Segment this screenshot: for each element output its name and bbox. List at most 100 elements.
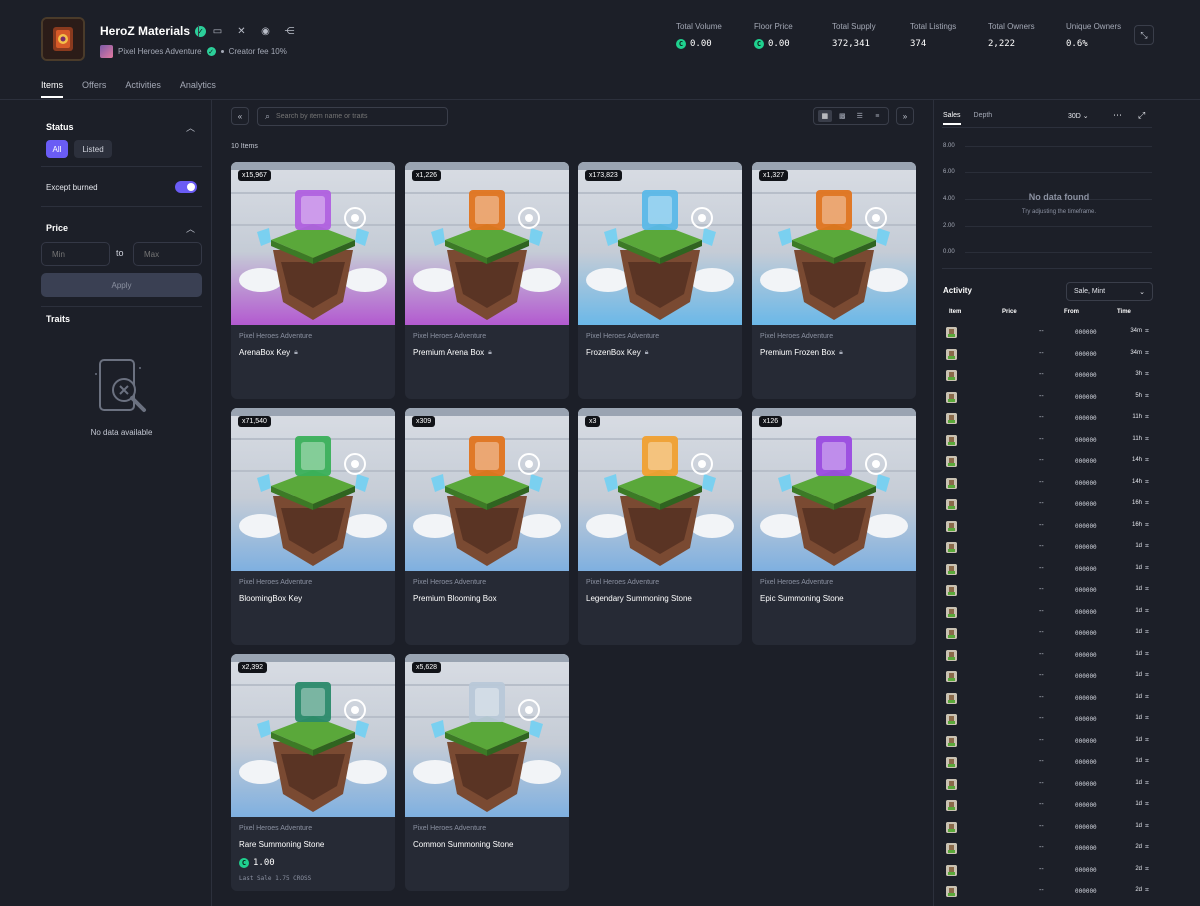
chevron-up-icon[interactable]: ︿ (186, 121, 195, 134)
activity-row[interactable]: -- 000000 1d ⌗ (946, 692, 1152, 705)
external-link-icon[interactable]: ⌗ (1145, 586, 1149, 594)
external-link-icon[interactable]: ⌗ (1145, 844, 1149, 852)
activity-row[interactable]: -- 000000 16h ⌗ (946, 499, 1152, 511)
activity-row[interactable]: -- 000000 1d ⌗ (946, 563, 1152, 576)
activity-row[interactable]: -- 000000 1d ⌗ (946, 821, 1152, 834)
activity-from[interactable]: 000000 (1075, 781, 1097, 788)
table-icon[interactable]: ≡ (870, 110, 884, 122)
activity-row[interactable]: -- 000000 1d ⌗ (946, 800, 1152, 812)
activity-filter-select[interactable]: Sale, Mint ⌄ (1066, 282, 1153, 301)
tab-analytics[interactable]: Analytics (180, 80, 216, 98)
activity-from[interactable]: 000000 (1075, 759, 1097, 766)
tab-items[interactable]: Items (41, 80, 64, 98)
activity-from[interactable]: 000000 (1075, 673, 1097, 680)
external-link-icon[interactable]: ⌗ (1145, 737, 1149, 745)
external-link-icon[interactable]: ⌗ (1145, 414, 1149, 422)
activity-row[interactable]: -- 000000 34m ⌗ (946, 348, 1152, 361)
item-card[interactable]: x173,823 Pixel Heroes Adventure FrozenBox … (578, 162, 742, 399)
external-link-icon[interactable]: ⌗ (1145, 436, 1149, 444)
activity-row[interactable]: -- 000000 1d ⌗ (946, 606, 1152, 619)
external-link-icon[interactable]: ⌗ (1145, 608, 1149, 616)
item-card[interactable]: x5,628 Pixel Heroes Adventure Common Summo… (405, 654, 569, 891)
search-input[interactable] (276, 113, 437, 120)
tab-depth[interactable]: Depth (974, 112, 993, 125)
external-link-icon[interactable]: ⌗ (1145, 522, 1149, 530)
tab-offers[interactable]: Offers (82, 80, 106, 98)
item-card[interactable]: x71,540 Pixel Heroes Adventure BloomingBox… (231, 408, 395, 645)
collapse-filters-button[interactable]: « (231, 107, 249, 125)
chevron-up-icon[interactable]: ︿ (186, 222, 195, 235)
activity-from[interactable]: 000000 (1075, 888, 1097, 895)
activity-row[interactable]: -- 000000 1d ⌗ (946, 585, 1152, 597)
activity-row[interactable]: -- 000000 1d ⌗ (946, 542, 1152, 554)
activity-row[interactable]: -- 000000 1d ⌗ (946, 735, 1152, 748)
activity-from[interactable]: 000000 (1075, 480, 1097, 487)
discord-icon[interactable]: ◉ (260, 26, 271, 37)
activity-row[interactable]: -- 000000 11h ⌗ (946, 413, 1152, 425)
activity-from[interactable]: 000000 (1075, 738, 1097, 745)
activity-row[interactable]: -- 000000 1d ⌗ (946, 778, 1152, 791)
search-box[interactable]: ⌕ (257, 107, 448, 126)
status-listed-button[interactable]: Listed (74, 140, 112, 158)
activity-from[interactable]: 000000 (1075, 372, 1097, 379)
activity-from[interactable]: 000000 (1075, 394, 1097, 401)
activity-from[interactable]: 000000 (1075, 523, 1097, 530)
activity-row[interactable]: -- 000000 11h ⌗ (946, 434, 1152, 447)
external-link-icon[interactable]: ⌗ (1145, 328, 1149, 336)
activity-from[interactable]: 000000 (1075, 824, 1097, 831)
price-max-input[interactable] (133, 242, 202, 266)
activity-from[interactable]: 000000 (1075, 587, 1097, 594)
external-link-icon[interactable]: ⌗ (1145, 780, 1149, 788)
range-select[interactable]: 30D ⌄ (1068, 112, 1089, 120)
parent-collection-link[interactable]: Pixel Heroes Adventure (118, 47, 202, 56)
external-link-icon[interactable]: ⌗ (1145, 758, 1149, 766)
activity-row[interactable]: -- 000000 1d ⌗ (946, 628, 1152, 640)
price-section-title[interactable]: Price (46, 223, 68, 233)
expand-panel-button[interactable]: » (896, 107, 914, 125)
status-all-button[interactable]: All (46, 140, 68, 158)
activity-from[interactable]: 000000 (1075, 609, 1097, 616)
activity-from[interactable]: 000000 (1075, 351, 1097, 358)
activity-from[interactable]: 000000 (1075, 415, 1097, 422)
grid-small-icon[interactable]: ▩ (835, 110, 849, 122)
activity-row[interactable]: -- 000000 2d ⌗ (946, 843, 1152, 855)
activity-from[interactable]: 000000 (1075, 458, 1097, 465)
item-card[interactable]: x309 Pixel Heroes Adventure Premium Bloomi… (405, 408, 569, 645)
activity-row[interactable]: -- 000000 3h ⌗ (946, 370, 1152, 382)
external-link-icon[interactable]: ⌗ (1145, 629, 1149, 637)
external-link-icon[interactable]: ⌗ (1145, 866, 1149, 874)
more-icon[interactable]: ⋯ (1113, 110, 1122, 121)
youtube-icon[interactable]: ▭ (212, 26, 223, 37)
external-link-icon[interactable]: ⌗ (1145, 715, 1149, 723)
external-link-icon[interactable]: ⌗ (1145, 672, 1149, 680)
activity-row[interactable]: -- 000000 1d ⌗ (946, 671, 1152, 683)
list-icon[interactable]: ☰ (853, 110, 867, 122)
external-link-icon[interactable]: ⌗ (1145, 393, 1149, 401)
activity-row[interactable]: -- 000000 1d ⌗ (946, 757, 1152, 769)
activity-from[interactable]: 000000 (1075, 544, 1097, 551)
activity-row[interactable]: -- 000000 34m ⌗ (946, 327, 1152, 339)
grid-large-icon[interactable]: ▦ (817, 110, 832, 122)
activity-row[interactable]: -- 000000 1d ⌗ (946, 714, 1152, 726)
activity-row[interactable]: -- 000000 14h ⌗ (946, 456, 1152, 468)
activity-from[interactable]: 000000 (1075, 437, 1097, 444)
activity-row[interactable]: -- 000000 14h ⌗ (946, 477, 1152, 490)
activity-from[interactable]: 000000 (1075, 652, 1097, 659)
activity-row[interactable]: -- 000000 16h ⌗ (946, 520, 1152, 533)
external-link-icon[interactable]: ⌗ (1145, 823, 1149, 831)
item-card[interactable]: x126 Pixel Heroes Adventure Epic Summoning… (752, 408, 916, 645)
collapse-stats-button[interactable]: ⤡ (1134, 25, 1154, 45)
apply-price-button[interactable]: Apply (41, 273, 202, 297)
activity-from[interactable]: 000000 (1075, 845, 1097, 852)
except-burned-toggle[interactable] (175, 181, 197, 193)
external-link-icon[interactable]: ⌗ (1145, 371, 1149, 379)
tab-activities[interactable]: Activities (125, 80, 161, 98)
activity-row[interactable]: -- 000000 2d ⌗ (946, 864, 1152, 877)
external-link-icon[interactable]: ⌗ (1145, 651, 1149, 659)
external-link-icon[interactable]: ⌗ (1145, 565, 1149, 573)
activity-from[interactable]: 000000 (1075, 716, 1097, 723)
external-link-icon[interactable]: ⌗ (1145, 457, 1149, 465)
activity-from[interactable]: 000000 (1075, 695, 1097, 702)
status-section-title[interactable]: Status (46, 122, 74, 132)
item-card[interactable]: x1,327 Pixel Heroes Adventure Premium Froz… (752, 162, 916, 399)
